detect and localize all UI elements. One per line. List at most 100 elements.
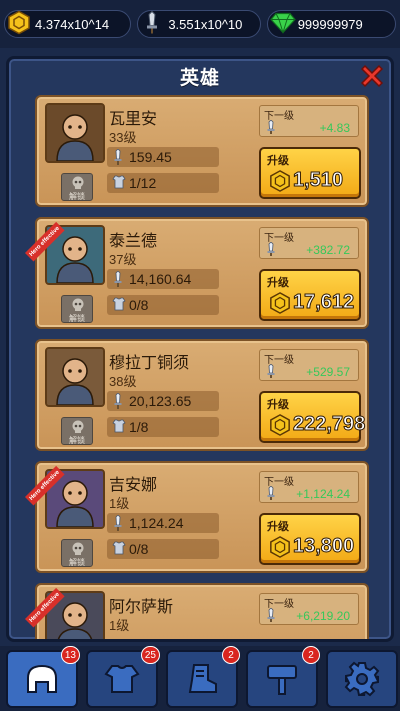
upgrade-label: 升级: [267, 155, 289, 167]
hero-card: Hero effective 解锁 泰兰德 37级 14,160.64 0/8 …: [25, 217, 369, 329]
hero-dps-stat: 159.45: [107, 147, 219, 167]
hero-avatar-icon: [47, 349, 103, 405]
sword-icon: [140, 10, 164, 38]
helmet-icon: [27, 664, 57, 693]
gold-coin-icon: [269, 170, 291, 197]
hero-portrait[interactable]: [45, 103, 105, 163]
upgrade-button[interactable]: 升级 17,612: [259, 269, 361, 321]
hammer-icon: [267, 665, 297, 695]
gold-coin-icon: [269, 292, 291, 319]
hero-dps-value: 20,123.65: [129, 393, 192, 409]
hero-card: 解锁 穆拉丁铜须 38级 20,123.65 1/8 下一级 +529.57 升…: [35, 339, 369, 451]
hero-gear-stat: 1/12: [107, 173, 219, 193]
tab-heroes[interactable]: 13: [6, 646, 80, 708]
upgrade-button[interactable]: 升级 13,800: [259, 513, 361, 565]
next-level-box: 下一级 +382.72: [259, 227, 359, 259]
armor-icon: [112, 541, 126, 558]
upgrade-label: 升级: [267, 521, 289, 533]
sword-icon: [112, 392, 124, 412]
unlock-label: 解锁: [69, 558, 85, 567]
skull-icon: [72, 298, 84, 311]
close-icon: [360, 64, 384, 88]
dps-counter: 3.551x10^10: [137, 10, 261, 38]
hero-dps-value: 159.45: [129, 149, 172, 165]
tab-equipment-badge: 25: [140, 646, 160, 664]
hero-portrait[interactable]: [45, 347, 105, 407]
gold-coin-icon: [7, 10, 31, 38]
gold-value: 4.374x10^14: [35, 16, 110, 32]
next-level-gain: +6,219.20: [296, 609, 350, 623]
gem-icon: [269, 12, 296, 37]
gold-coin-icon: [269, 536, 291, 563]
hero-card: Hero effective 解锁 吉安娜 1级 1,124.24 0/8 下一…: [25, 461, 369, 573]
upgrade-button[interactable]: 升级 222,798: [259, 391, 366, 443]
tab-heroes-badge: 13: [60, 646, 80, 664]
hero-name: 阿尔萨斯: [109, 599, 174, 616]
armor-icon: [104, 665, 140, 693]
next-level-gain: +4.83: [319, 121, 350, 135]
tab-artifacts-badge: 2: [302, 646, 320, 664]
tab-settings[interactable]: [326, 650, 398, 708]
gear-icon: [344, 661, 380, 697]
sword-icon: [266, 119, 276, 139]
hero-gear-stat: 1/8: [107, 417, 219, 437]
sword-icon: [112, 148, 124, 168]
skull-icon: [72, 176, 84, 189]
unlock-skill-button[interactable]: 解锁: [61, 417, 93, 445]
sword-icon: [112, 514, 124, 534]
hero-gear-value: 1/12: [129, 175, 157, 191]
gold-counter: 4.374x10^14: [4, 10, 132, 38]
sword-icon: [112, 270, 124, 290]
gold-coin-icon: [269, 414, 291, 441]
gem-counter[interactable]: 999999979: [266, 10, 396, 38]
next-level-box: 下一级 +1,124.24: [259, 471, 359, 503]
hero-dps-stat: 14,160.64: [107, 269, 219, 289]
hero-list[interactable]: 解锁 瓦里安 33级 159.45 1/12 下一级 +4.83 升级 1,51…: [25, 95, 369, 639]
hero-gear-stat: 0/8: [107, 539, 219, 559]
upgrade-cost: 222,798: [292, 413, 366, 436]
next-level-gain: +382.72: [306, 243, 350, 257]
upgrade-label: 升级: [267, 277, 289, 289]
unlock-label: 解锁: [69, 192, 85, 201]
gem-value: 999999979: [297, 16, 363, 32]
skull-icon: [72, 542, 84, 555]
hero-name: 泰兰德: [109, 233, 158, 250]
tab-skills-badge: 2: [222, 646, 240, 664]
tab-equipment[interactable]: 25: [86, 646, 160, 708]
unlock-skill-button[interactable]: 解锁: [61, 173, 93, 201]
resource-bar: 4.374x10^14 3.551x10^10 999999979: [0, 0, 400, 48]
hero-dps-value: 14,160.64: [129, 271, 192, 287]
hero-level: 37级: [109, 252, 137, 267]
bottom-nav: 13 25 2 2: [0, 646, 400, 711]
hero-level: 1级: [109, 618, 130, 633]
hero-gear-value: 0/8: [129, 297, 149, 313]
hero-dps-stat: 1,124.24: [107, 513, 219, 533]
unlock-skill-button[interactable]: 解锁: [61, 539, 93, 567]
next-level-box: 下一级 +6,219.20: [259, 593, 359, 625]
hero-gear-value: 0/8: [129, 541, 149, 557]
upgrade-cost: 13,800: [292, 535, 355, 558]
tab-skills[interactable]: 2: [166, 646, 240, 708]
heroes-panel: 英雄 解锁 瓦里安 33级 159.45 1/12 下一级 +4.83 升级 1…: [6, 56, 394, 642]
hero-name: 穆拉丁铜须: [109, 355, 190, 372]
hero-gear-value: 1/8: [129, 419, 149, 435]
next-level-gain: +1,124.24: [296, 487, 350, 501]
close-button[interactable]: [357, 61, 387, 91]
hero-level: 33级: [109, 130, 137, 145]
dps-value: 3.551x10^10: [168, 16, 243, 32]
boot-icon: [188, 664, 217, 693]
next-level-gain: +529.57: [306, 365, 350, 379]
hero-gear-stat: 0/8: [107, 295, 219, 315]
skull-icon: [72, 420, 84, 433]
tab-artifacts[interactable]: 2: [246, 646, 320, 708]
upgrade-button[interactable]: 升级 1,510: [259, 147, 361, 199]
unlock-skill-button[interactable]: 解锁: [61, 295, 93, 323]
next-level-box: 下一级 +529.57: [259, 349, 359, 381]
hero-dps-value: 1,124.24: [129, 515, 184, 531]
hero-name: 吉安娜: [109, 477, 158, 494]
upgrade-cost: 1,510: [292, 169, 344, 192]
sword-icon: [266, 607, 276, 627]
hero-level: 1级: [109, 496, 130, 511]
sword-icon: [266, 485, 276, 505]
armor-icon: [112, 175, 126, 192]
